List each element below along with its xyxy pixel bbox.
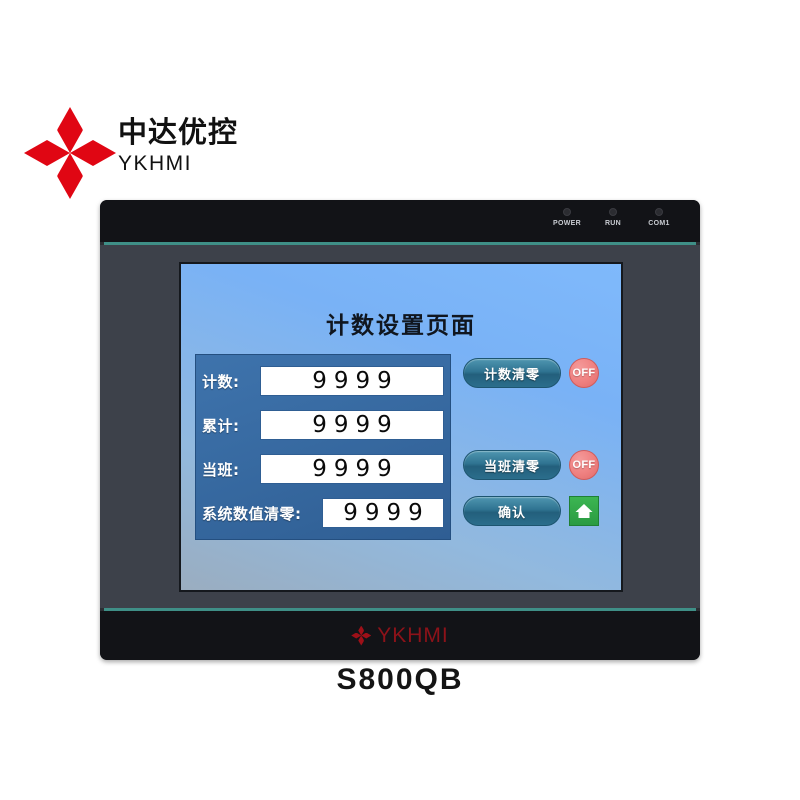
led-label-power: POWER [553,220,581,227]
count-reset-button[interactable]: 计数清零 [463,358,561,388]
value-count[interactable]: 9999 [260,366,444,396]
hmi-screen[interactable]: 计数设置页面 计数: 9999 累计: 9999 当班: 9999 系统数值清零… [181,264,621,590]
led-dot-icon [655,208,663,216]
screen-frame: 计数设置页面 计数: 9999 累计: 9999 当班: 9999 系统数值清零… [179,262,623,592]
data-row-shift: 当班: 9999 [202,450,444,488]
label-total: 累计: [202,416,240,435]
label-shift: 当班: [202,460,240,479]
confirm-button[interactable]: 确认 [463,496,561,526]
home-icon [575,504,593,518]
hmi-device: POWER RUN COM1 YKHMI 计数设置页面 计数: 9999 累计:… [100,200,700,660]
value-total[interactable]: 9999 [260,410,444,440]
data-row-total: 累计: 9999 [202,406,444,444]
led-power: POWER [551,208,583,227]
value-system-reset[interactable]: 9999 [322,498,444,528]
device-model-label: S800QB [336,663,464,696]
led-label-run: RUN [604,220,622,227]
brand-name-cn: 中达优控 [118,115,239,149]
device-bottom-logo: YKHMI [100,611,700,660]
device-logo-text: YKHMI [377,623,449,647]
label-system-reset: 系统数值清零: [202,504,302,523]
brand-header: 中达优控 YKHMI [18,105,278,205]
control-row-shift-reset: 当班清零 OFF [463,450,613,480]
led-indicator-group: POWER RUN COM1 [551,208,675,227]
data-row-system-reset: 系统数值清零: 9999 [202,494,444,532]
shift-reset-button[interactable]: 当班清零 [463,450,561,480]
label-count: 计数: [202,372,240,391]
led-label-com1: COM1 [648,220,670,227]
four-point-star-icon [24,107,116,199]
control-column: 计数清零 OFF 当班清零 OFF 确认 [463,354,613,540]
counter-data-panel: 计数: 9999 累计: 9999 当班: 9999 系统数值清零: 9999 [195,354,451,540]
control-row-confirm: 确认 [463,496,613,526]
value-shift[interactable]: 9999 [260,454,444,484]
home-button[interactable] [569,496,599,526]
led-dot-icon [563,208,571,216]
page-title: 计数设置页面 [326,313,476,339]
shift-reset-status-badge[interactable]: OFF [569,450,599,480]
brand-name-en: YKHMI [118,151,193,175]
count-reset-status-badge[interactable]: OFF [569,358,599,388]
control-row-count-reset: 计数清零 OFF [463,358,613,388]
data-row-count: 计数: 9999 [202,362,444,400]
led-dot-icon [609,208,617,216]
four-point-star-icon [351,625,372,646]
brand-text: 中达优控 YKHMI [118,115,239,176]
led-run: RUN [597,208,629,227]
led-com1: COM1 [643,208,675,227]
